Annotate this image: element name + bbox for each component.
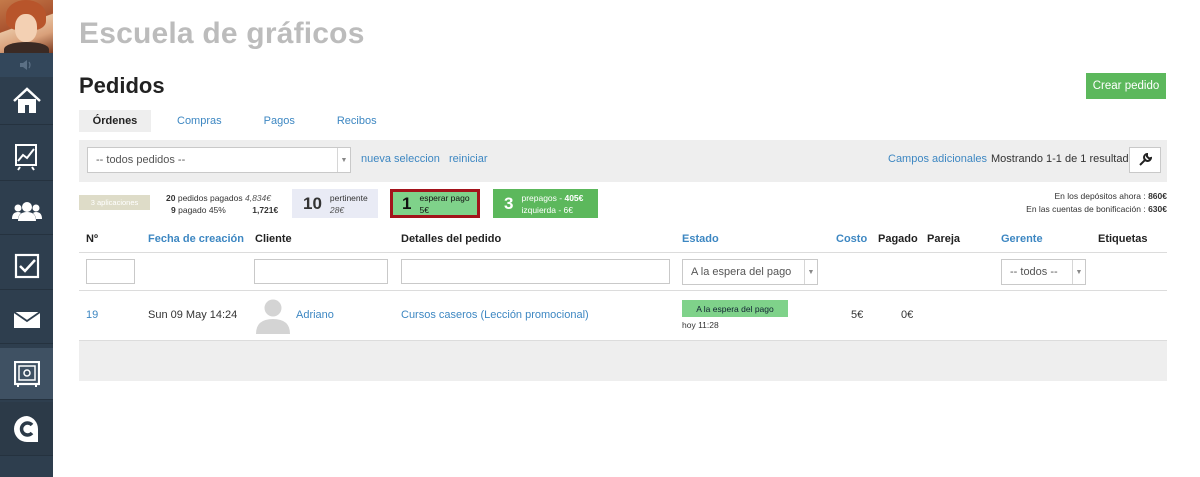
settings-button[interactable] [1129, 147, 1161, 173]
chevron-down-icon: ▼ [1072, 260, 1085, 284]
manager-filter-select[interactable]: -- todos -- ▼ [1001, 259, 1086, 285]
tab-receipts[interactable]: Recibos [321, 110, 393, 132]
column-paid: Pagado [878, 233, 918, 245]
status-badge: A la espera del pago [682, 300, 788, 317]
pertinent-card[interactable]: 10 pertinente 28€ [292, 189, 378, 218]
column-created-date[interactable]: Fecha de creación [148, 233, 244, 245]
column-manager[interactable]: Gerente [1001, 233, 1043, 245]
order-cost: 5€ [851, 309, 864, 321]
tabs: Órdenes Compras Pagos Recibos [79, 110, 403, 132]
chevron-down-icon: ▼ [337, 148, 350, 172]
chart-icon[interactable] [0, 133, 53, 181]
page-title: Pedidos [79, 73, 165, 98]
manager-filter-value: -- todos -- [1010, 266, 1058, 278]
details-filter-input[interactable] [401, 259, 670, 284]
tab-orders[interactable]: Órdenes [79, 110, 151, 132]
brand-logo-icon[interactable] [0, 402, 53, 456]
avatar[interactable] [0, 0, 53, 53]
table-footer [79, 341, 1167, 381]
wrench-icon [1139, 153, 1152, 166]
speaker-icon[interactable] [0, 53, 53, 77]
orders-select[interactable]: -- todos pedidos -- ▼ [87, 147, 351, 173]
client-link[interactable]: Adriano [296, 309, 334, 321]
column-partner: Pareja [927, 233, 961, 245]
order-number-link[interactable]: 19 [86, 309, 98, 321]
paid-stats: 20 pedidos pagados 4,834€ 9 pagado 45% 1… [166, 193, 279, 215]
create-order-button[interactable]: Crear pedido [1086, 73, 1166, 99]
new-selection-link[interactable]: nueva seleccion [361, 153, 440, 165]
number-filter-input[interactable] [86, 259, 135, 284]
deposits-summary: En los depósitos ahora : 860€ En las cue… [1026, 191, 1167, 214]
column-tags: Etiquetas [1098, 233, 1148, 245]
safe-icon[interactable] [0, 348, 53, 400]
column-client: Cliente [255, 233, 292, 245]
checkbox-icon[interactable] [0, 242, 53, 290]
mail-icon[interactable] [0, 296, 53, 344]
column-cost[interactable]: Costo [836, 233, 867, 245]
column-status[interactable]: Estado [682, 233, 719, 245]
status-time: hoy 11:28 [682, 320, 719, 330]
client-avatar [254, 296, 292, 334]
divider [79, 252, 1167, 253]
status-filter-value: A la espera del pago [691, 266, 792, 278]
prepaid-card[interactable]: 3 prepagos - 405€ izquierda - 6€ [493, 189, 598, 218]
applications-badge[interactable]: 3 aplicaciones [79, 195, 150, 210]
order-paid: 0€ [901, 309, 914, 321]
client-filter-input[interactable] [254, 259, 388, 284]
reset-link[interactable]: reiniciar [449, 153, 488, 165]
results-count: Mostrando 1-1 de 1 resultado. [991, 153, 1138, 165]
users-icon[interactable] [0, 187, 53, 235]
orders-select-value: -- todos pedidos -- [96, 154, 186, 166]
home-icon[interactable] [0, 77, 53, 125]
extra-fields-link[interactable]: Campos adicionales [888, 153, 987, 165]
school-title: Escuela de gráficos [79, 17, 365, 50]
divider [79, 290, 1167, 291]
tab-purchases[interactable]: Compras [161, 110, 238, 132]
chevron-down-icon: ▼ [804, 260, 817, 284]
status-filter-select[interactable]: A la espera del pago ▼ [682, 259, 818, 285]
column-number: Nº [86, 233, 98, 245]
column-order-details: Detalles del pedido [401, 233, 502, 245]
order-date: Sun 09 May 14:24 [148, 309, 238, 321]
waiting-payment-card[interactable]: 1 esperar pago 5€ [390, 189, 480, 218]
sidebar [0, 0, 53, 477]
order-details-link[interactable]: Cursos caseros (Lección promocional) [401, 309, 589, 321]
tab-payments[interactable]: Pagos [248, 110, 311, 132]
